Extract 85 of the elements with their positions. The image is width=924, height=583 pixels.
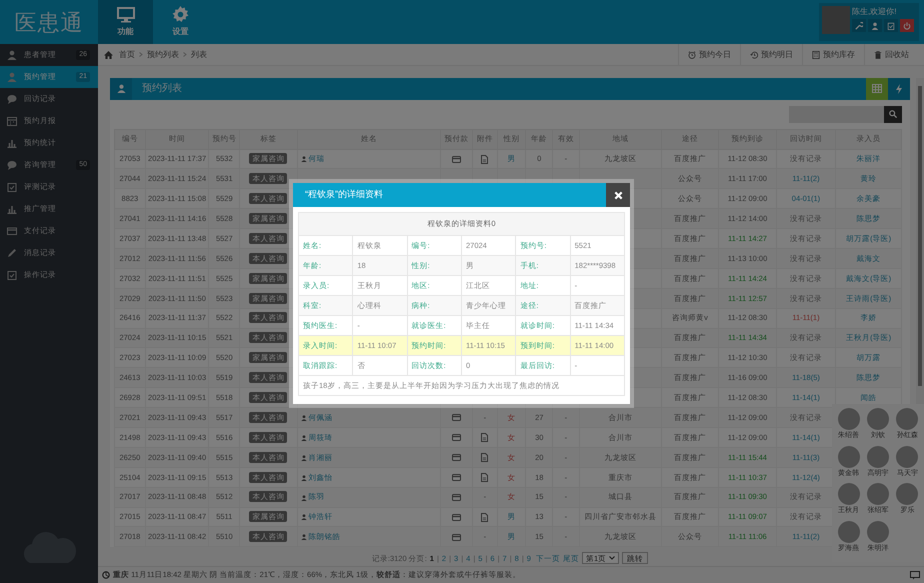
file-icon[interactable] bbox=[481, 433, 488, 442]
monitor-icon bbox=[116, 6, 134, 22]
user-icon bbox=[300, 156, 307, 162]
trash-icon bbox=[874, 50, 882, 58]
avatar-photo-placeholder bbox=[822, 6, 850, 34]
history-icon bbox=[750, 50, 758, 58]
chevron-icon bbox=[183, 52, 187, 57]
credit-card-icon[interactable] bbox=[452, 414, 462, 422]
power-icon bbox=[903, 22, 911, 30]
search-field[interactable] bbox=[789, 106, 884, 123]
avatar-placeholder[interactable] bbox=[838, 483, 860, 505]
table-view-button[interactable] bbox=[866, 78, 888, 100]
chat-icon bbox=[7, 94, 17, 104]
bar-chart-icon bbox=[7, 204, 17, 214]
user-icon bbox=[300, 454, 307, 461]
caret-icon bbox=[609, 556, 616, 560]
breadcrumb-link[interactable]: 首页 bbox=[119, 48, 135, 60]
breadcrumb-link[interactable]: 列表 bbox=[191, 48, 207, 60]
user-icon bbox=[7, 72, 17, 82]
close-icon bbox=[614, 190, 622, 200]
panel-title: 预约列表 bbox=[142, 82, 182, 96]
avatar-placeholder[interactable] bbox=[866, 446, 889, 468]
user-icon bbox=[300, 534, 307, 540]
chat-icon[interactable] bbox=[910, 570, 920, 580]
breadcrumb-link[interactable]: 预约列表 bbox=[147, 48, 179, 60]
toolbar-button[interactable]: 预约明日 bbox=[740, 44, 802, 65]
file-icon[interactable] bbox=[481, 473, 488, 482]
avatar-placeholder[interactable] bbox=[896, 408, 918, 430]
gear-icon bbox=[172, 6, 189, 23]
chevron-icon bbox=[139, 52, 143, 57]
dialog-title: “程钦泉”的详细资料 bbox=[304, 188, 384, 202]
credit-card-icon bbox=[7, 226, 17, 236]
search-icon bbox=[889, 110, 897, 118]
home-icon bbox=[104, 50, 113, 58]
close-button[interactable] bbox=[606, 183, 630, 207]
quick-action-button[interactable] bbox=[888, 78, 910, 100]
table-icon bbox=[872, 84, 882, 94]
user-icon bbox=[300, 494, 307, 500]
credit-card-icon[interactable] bbox=[452, 156, 462, 163]
file-icon[interactable] bbox=[481, 154, 488, 164]
clipboard-icon bbox=[7, 270, 17, 280]
user-icon bbox=[871, 22, 879, 30]
lightning-icon bbox=[895, 84, 903, 94]
credit-card-icon[interactable] bbox=[452, 494, 462, 501]
file-icon[interactable] bbox=[481, 453, 488, 462]
avatar-placeholder[interactable] bbox=[896, 483, 918, 505]
user-icon bbox=[300, 414, 307, 421]
credit-card-icon[interactable] bbox=[452, 454, 462, 462]
calendar-icon bbox=[7, 116, 17, 126]
app-logo: 医患通 bbox=[13, 8, 85, 36]
user-icon bbox=[116, 84, 126, 94]
alarm-clock-icon bbox=[688, 50, 696, 58]
credit-card-icon[interactable] bbox=[452, 474, 462, 482]
toolbar-button[interactable]: 预约库存 bbox=[802, 44, 864, 65]
welcome-text: 陈生,欢迎你! bbox=[852, 6, 898, 18]
credit-card-icon[interactable] bbox=[452, 434, 462, 442]
tasks-button[interactable] bbox=[884, 19, 898, 32]
profile-button[interactable] bbox=[868, 19, 882, 32]
clipboard-icon bbox=[7, 182, 17, 192]
settings-button[interactable] bbox=[852, 19, 866, 32]
pencil-icon bbox=[7, 248, 17, 258]
chat-icon bbox=[7, 160, 17, 170]
toolbar-button[interactable]: 预约今日 bbox=[678, 44, 740, 65]
avatar-placeholder[interactable] bbox=[838, 520, 860, 542]
wrench-icon bbox=[855, 22, 863, 30]
avatar-placeholder[interactable] bbox=[866, 408, 889, 430]
avatar-placeholder[interactable] bbox=[838, 446, 860, 468]
user-icon bbox=[300, 434, 307, 441]
bar-chart-icon bbox=[7, 138, 17, 148]
avatar-placeholder[interactable] bbox=[866, 483, 889, 505]
avatar-placeholder[interactable] bbox=[896, 446, 918, 468]
logout-button[interactable] bbox=[900, 19, 914, 32]
credit-card-icon[interactable] bbox=[452, 514, 462, 521]
file-icon[interactable] bbox=[481, 512, 488, 522]
search-button[interactable] bbox=[884, 106, 902, 123]
calculator-icon bbox=[812, 50, 820, 58]
user-icon bbox=[7, 50, 17, 60]
avatar-placeholder[interactable] bbox=[866, 520, 889, 542]
credit-card-icon[interactable] bbox=[452, 534, 462, 541]
avatar-placeholder[interactable] bbox=[838, 408, 860, 430]
toolbar-button[interactable]: 回收站 bbox=[864, 44, 918, 65]
nav-tab[interactable]: 功能 bbox=[98, 0, 153, 44]
user-icon bbox=[300, 514, 307, 520]
clipboard-icon bbox=[887, 22, 895, 30]
user-icon bbox=[300, 474, 307, 481]
